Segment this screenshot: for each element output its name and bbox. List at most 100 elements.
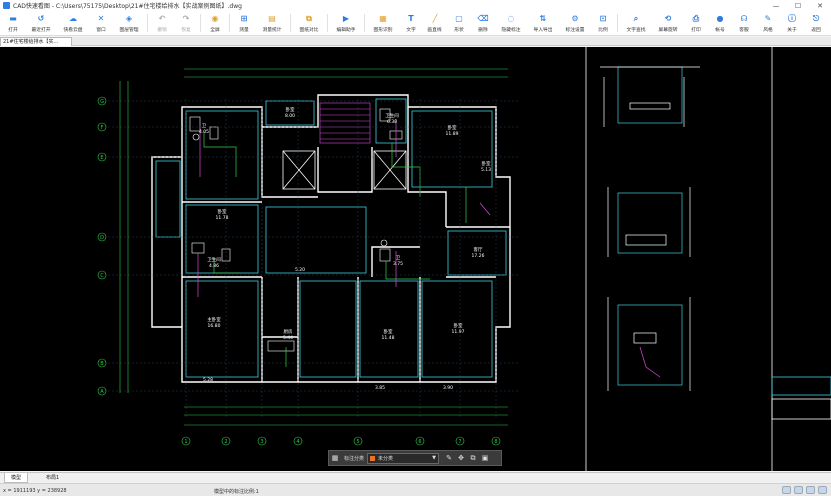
ortho-icon[interactable] — [794, 486, 803, 494]
toolbar-label: 导入导出 — [533, 27, 553, 33]
toolbar-label: 屏幕旋转 — [658, 27, 678, 33]
toolbar-button-16[interactable]: ⌫ 删除 — [471, 11, 495, 36]
snap-icon[interactable] — [782, 486, 791, 494]
category-selected-value: 未分类 — [378, 455, 394, 462]
annotation-category-label: 标注分类 — [344, 455, 365, 462]
room-area: 11.89 — [446, 131, 459, 137]
axis-label: E — [100, 155, 103, 161]
toolbar-button-22[interactable]: ⟲ 屏幕旋转 — [652, 11, 684, 36]
toolbar-button-7[interactable]: ◉ 全屏 — [203, 11, 227, 36]
axis-label: 8 — [494, 439, 497, 445]
minimize-button[interactable]: — — [765, 2, 787, 10]
toolbar-button-26[interactable]: ✎ 风格 — [756, 11, 780, 36]
toolbar-button-11[interactable]: ▶ 编辑助手 — [330, 11, 362, 36]
toolbar-label: 全屏 — [210, 27, 220, 33]
toolbar-button-3[interactable]: ✕ 窗口 — [89, 11, 113, 36]
history-icon: ↺ — [37, 14, 45, 23]
water-supply-lines — [203, 131, 467, 367]
room-name: 卧室 — [286, 106, 295, 113]
toolbar-button-19[interactable]: ⚙ 标注设置 — [559, 11, 591, 36]
toolbar-button-20[interactable]: ⊡ 比例 — [591, 11, 615, 36]
grid-icon[interactable]: ▦ — [329, 451, 341, 465]
headset-icon: ☊ — [740, 14, 748, 23]
fullscreen-icon: ◉ — [211, 14, 219, 23]
toolbar-button-17[interactable]: ◌ 隐藏标注 — [495, 11, 527, 36]
layout-tabs: 模型 布局1 — [0, 472, 831, 483]
toolbar-button-10[interactable]: ⧉ 图纸对比 — [293, 11, 325, 36]
room-name: 卧室 — [482, 160, 491, 167]
axis-label: 1 — [184, 439, 187, 445]
tab-layout1[interactable]: 布局1 — [40, 473, 65, 483]
toolbar-button-15[interactable]: ▢ 形状 — [447, 11, 471, 36]
axis-label: A — [100, 389, 104, 395]
toolbar-label: 帐号 — [715, 27, 725, 33]
toolbar-separator — [617, 14, 618, 32]
toolbar-button-8[interactable]: ⊞ 测量 — [232, 11, 256, 36]
close-button[interactable]: ✕ — [809, 2, 831, 10]
paste-icon[interactable]: ▣ — [479, 451, 491, 465]
toolbar-button-25[interactable]: ☊ 客服 — [732, 11, 756, 36]
axis-lines — [108, 97, 520, 417]
edit-icon[interactable]: ✎ — [443, 451, 455, 465]
toolbar-label: 打开 — [8, 27, 18, 33]
move-icon[interactable]: ✥ — [455, 451, 467, 465]
toolbar-label: 测量统计 — [262, 27, 282, 33]
cloud-icon: ☁ — [69, 14, 77, 23]
toolbar-label: 比例 — [598, 27, 608, 33]
toolbar-label: 窗口 — [96, 27, 106, 33]
measure-icon: ⊞ — [240, 14, 248, 23]
toolbar-separator — [327, 14, 328, 32]
toolbar-button-18[interactable]: ⇅ 导入导出 — [527, 11, 559, 36]
room-name: 主卧室 — [207, 316, 221, 323]
detail-drawing-1 — [600, 66, 700, 127]
drawing-canvas[interactable]: GFEDCBA 12345678 卧室 8.00 卫生间 6.38 卧室 11.89 卫 4.… — [0, 47, 831, 471]
toolbar-button-2[interactable]: ☁ 快看云盘 — [57, 11, 89, 36]
room-name: 卧室 — [218, 208, 227, 215]
toolbar-label: 撤销 — [157, 27, 167, 33]
room-area: 4.86 — [209, 263, 219, 269]
tab-model[interactable]: 模型 — [4, 473, 29, 483]
toolbar-button-9[interactable]: ▤ 测量统计 — [256, 11, 288, 36]
toolbar-label: 风格 — [763, 27, 773, 33]
line-icon: ╱ — [432, 14, 438, 23]
status-bar: x = 1911193 y = 238928 模型中的标注比例:1 — [0, 483, 831, 496]
grid-toggle-icon[interactable] — [806, 486, 815, 494]
toolbar-separator — [200, 14, 201, 32]
toolbar-button-24[interactable]: ● 帐号 — [708, 11, 732, 36]
toolbar-button-21[interactable]: ⌕ 文字查找 — [620, 11, 652, 36]
toolbar-separator — [229, 14, 230, 32]
maximize-button[interactable]: ☐ — [787, 2, 809, 10]
room-area: 11.78 — [216, 215, 229, 221]
room-area: 17.26 — [472, 253, 485, 259]
inner-walls — [155, 98, 507, 378]
app-logo-icon — [3, 2, 10, 9]
shape-icon: ▢ — [455, 14, 463, 23]
floor-plan-walls — [151, 94, 511, 383]
toolbar-button-14[interactable]: ╱ 画直线 — [423, 11, 447, 36]
document-tab-strip: 21#住宅楼给排水【实... — [0, 37, 831, 46]
toolbar-button-12[interactable]: ▦ 图形识别 — [367, 11, 399, 36]
account-icon: ● — [716, 14, 724, 23]
annotation-scale-text: 模型中的标注比例:1 — [214, 489, 259, 495]
toolbar-label: 编辑助手 — [336, 27, 356, 33]
settings-icon[interactable] — [818, 486, 827, 494]
room-area: 3.85 — [375, 385, 385, 391]
annotation-category-select[interactable]: 未分类 ▼ — [367, 452, 440, 464]
toolbar-button-0[interactable]: ▬ 打开 — [1, 11, 25, 36]
toolbar-button-28[interactable]: ⎋ 返回 — [804, 11, 828, 36]
folder-icon: ▬ — [9, 14, 17, 23]
axis-label: 4 — [296, 439, 299, 445]
room-name: 卧室 — [384, 328, 393, 335]
toolbar-button-4[interactable]: ◈ 图层管理 — [113, 11, 145, 36]
document-tab[interactable]: 21#住宅楼给排水【实... — [0, 37, 72, 46]
app-window: CAD快速看图 - C:\Users\75175\Desktop\21#住宅楼给… — [0, 0, 831, 496]
copy-icon[interactable]: ⧉ — [467, 451, 479, 465]
toolbar-button-27[interactable]: ⓘ 关于 — [780, 11, 804, 36]
axis-label: 3 — [260, 439, 263, 445]
toolbar-button-13[interactable]: T 文字 — [399, 11, 423, 36]
toolbar-button-1[interactable]: ↺ 最近打开 — [25, 11, 57, 36]
status-icons — [782, 486, 827, 494]
axis-label: F — [101, 125, 104, 131]
toolbar-button-23[interactable]: ⎙ 打印 — [684, 11, 708, 36]
plumbing-fixtures — [189, 108, 403, 352]
